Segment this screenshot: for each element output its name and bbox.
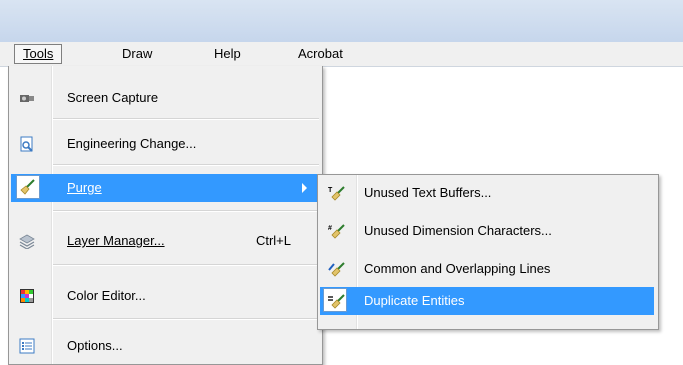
svg-text:#: # [328,225,332,232]
menu-bar: Tools Draw Help Acrobat [0,42,683,67]
menu-item-color-editor[interactable]: Color Editor... [11,282,319,310]
submenu-item-unused-text-buffers[interactable]: T Unused Text Buffers... [320,179,654,207]
broom-lines-icon [328,261,346,277]
menu-separator [53,264,319,266]
broom-text-icon: T [328,185,346,201]
menu-separator [53,164,319,166]
menu-help[interactable]: Help [206,45,249,63]
menu-separator [53,210,319,212]
title-bar [0,0,683,43]
broom-hash-icon: # [328,223,346,239]
submenu-item-unused-dimension-characters[interactable]: # Unused Dimension Characters... [320,217,654,245]
broom-equals-icon [328,293,346,309]
submenu-arrow-icon [302,183,307,193]
menu-item-screen-capture[interactable]: Screen Capture [11,84,319,112]
camera-icon [19,90,35,106]
purge-submenu: T Unused Text Buffers... # Unused Dimens… [317,174,659,330]
menu-item-purge[interactable]: Purge [11,174,319,202]
menu-separator [53,318,319,320]
menu-item-engineering-change[interactable]: Engineering Change... [11,130,319,158]
options-list-icon [19,338,35,354]
menu-item-layer-manager[interactable]: Layer Manager... Ctrl+L [11,227,319,255]
menu-separator [53,118,319,120]
menu-item-options[interactable]: Options... [11,332,319,360]
color-grid-icon [19,288,35,304]
menu-tools[interactable]: Tools [14,44,63,64]
broom-icon [20,179,36,195]
tools-dropdown-menu: Screen Capture Engineering Change... Pur… [8,66,323,365]
document-magnifier-icon [19,136,35,152]
menu-acrobat[interactable]: Acrobat [290,45,351,63]
svg-text:T: T [328,187,333,194]
layers-icon [19,233,35,250]
submenu-item-common-overlapping-lines[interactable]: Common and Overlapping Lines [320,255,654,283]
menu-draw[interactable]: Draw [114,45,160,63]
submenu-item-duplicate-entities[interactable]: Duplicate Entities [320,287,654,315]
